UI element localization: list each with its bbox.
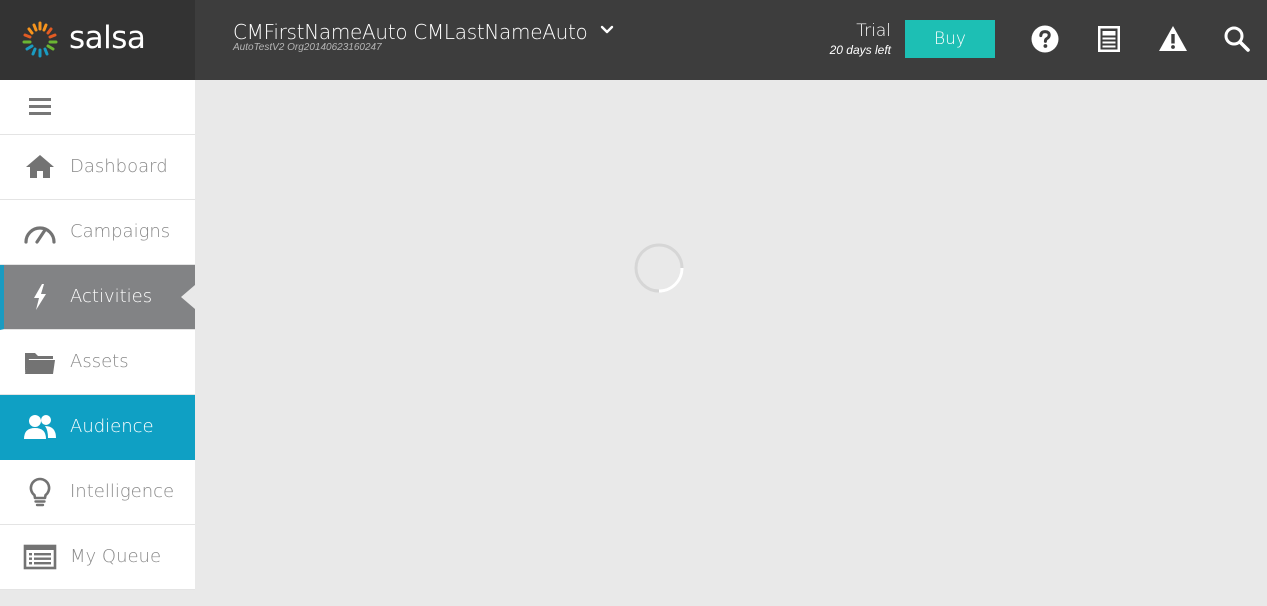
active-pointer: [181, 285, 195, 309]
trial-label: Trial: [856, 21, 891, 41]
sidebar-item-label: Assets: [70, 351, 129, 372]
sidebar-item-assets[interactable]: Assets: [0, 330, 195, 395]
sidebar-item-label: Campaigns: [70, 221, 171, 242]
gauge-icon: [24, 226, 56, 244]
sidebar-item-label: Dashboard: [70, 156, 168, 177]
sidebar-item-label: Activities: [70, 286, 153, 307]
folder-icon: [25, 353, 55, 374]
sidebar-item-intelligence[interactable]: Intelligence: [0, 460, 195, 525]
lightbulb-icon: [29, 477, 51, 507]
hamburger-icon: [29, 98, 51, 115]
buy-button[interactable]: Buy: [905, 20, 995, 58]
news-icon[interactable]: [1094, 24, 1124, 54]
alert-icon[interactable]: [1158, 24, 1188, 54]
user-account-block[interactable]: CMFirstNameAuto CMLastNameAuto AutoTestV…: [233, 20, 588, 54]
salsa-logo-icon: [22, 21, 58, 58]
brand-logo[interactable]: salsa: [0, 0, 195, 80]
user-name: CMFirstNameAuto CMLastNameAuto: [233, 20, 588, 44]
users-icon: [24, 415, 56, 439]
loading-spinner-icon: [634, 243, 684, 293]
sidebar-item-audience[interactable]: Audience: [0, 395, 195, 460]
search-icon[interactable]: [1222, 24, 1252, 54]
sidebar-menu-toggle[interactable]: [0, 80, 195, 135]
sidebar-item-campaigns[interactable]: Campaigns: [0, 200, 195, 265]
home-icon: [26, 155, 54, 178]
trial-status: Trial 20 days left: [830, 21, 891, 57]
sidebar-item-activities[interactable]: Activities: [0, 265, 195, 330]
sidebar-item-dashboard[interactable]: Dashboard: [0, 135, 195, 200]
sidebar-item-label: Intelligence: [70, 481, 175, 502]
trial-days-left: 20 days left: [829, 43, 891, 57]
brand-name: salsa: [69, 20, 146, 56]
sidebar-item-my-queue[interactable]: My Queue: [0, 525, 195, 590]
sidebar-item-label: My Queue: [70, 546, 162, 567]
top-header: salsa CMFirstNameAuto CMLastNameAuto Aut…: [0, 0, 1267, 80]
help-icon[interactable]: [1030, 24, 1060, 54]
queue-icon: [23, 544, 57, 570]
sidebar-nav: Dashboard Campaigns Activities Assets Au…: [0, 80, 195, 590]
lightning-icon: [34, 284, 46, 310]
sidebar-item-label: Audience: [70, 416, 154, 437]
chevron-down-icon[interactable]: [598, 21, 616, 39]
